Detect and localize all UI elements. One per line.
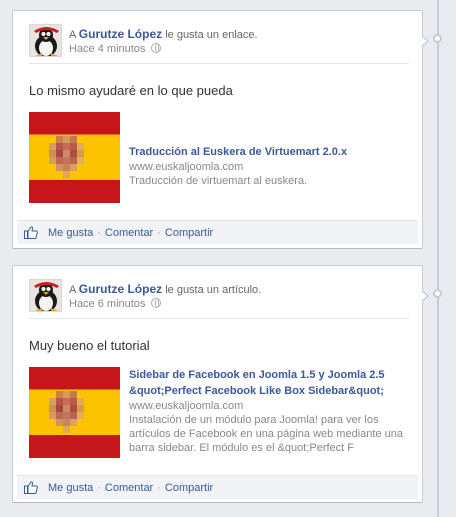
- timeline-dot: [433, 34, 442, 43]
- divider: [29, 63, 409, 64]
- story-headline: A Gurutze López le gusta un enlace.: [69, 27, 258, 41]
- timestamp[interactable]: Hace 4 minutos: [69, 43, 145, 55]
- attachment-title[interactable]: Traducción al Euskera de Virtuemart 2.0.…: [129, 144, 409, 160]
- spain-flag-thumbnail[interactable]: [29, 112, 120, 203]
- pixelated-crest-icon: [49, 136, 84, 178]
- headline-verb: le gusta un artículo.: [165, 284, 262, 296]
- attachment-text: Traducción al Euskera de Virtuemart 2.0.…: [129, 144, 409, 188]
- separator: ·: [97, 482, 101, 494]
- story-header: A Gurutze López le gusta un enlace. Hace…: [29, 24, 409, 58]
- share-button[interactable]: Compartir: [165, 227, 213, 239]
- separator: ·: [157, 482, 161, 494]
- story-card: A Gurutze López le gusta un artículo. Ha…: [12, 265, 429, 503]
- story-header: A Gurutze López le gusta un artículo. Ha…: [29, 279, 409, 313]
- separator: ·: [157, 227, 161, 239]
- story-meta: Hace 6 minutos: [69, 298, 162, 310]
- divider: [29, 318, 409, 319]
- action-bar: Me gusta · Comentar · Compartir: [17, 475, 418, 499]
- avatar[interactable]: [29, 24, 62, 57]
- thumbs-up-icon: [24, 481, 38, 494]
- separator: ·: [97, 227, 101, 239]
- comment-button[interactable]: Comentar: [105, 482, 153, 494]
- link-attachment[interactable]: Traducción al Euskera de Virtuemart 2.0.…: [29, 112, 409, 204]
- timestamp[interactable]: Hace 6 minutos: [69, 298, 145, 310]
- attachment-url: www.euskaljoomla.com: [129, 400, 244, 412]
- story-message: Lo mismo ayudaré en lo que pueda: [29, 83, 233, 98]
- story-message: Muy bueno el tutorial: [29, 338, 150, 353]
- attachment-url: www.euskaljoomla.com: [129, 161, 244, 173]
- attachment-title[interactable]: Sidebar de Facebook en Joomla 1.5 y Joom…: [129, 367, 409, 399]
- attachment-text: Sidebar de Facebook en Joomla 1.5 y Joom…: [129, 367, 409, 455]
- headline-verb: le gusta un enlace.: [165, 29, 258, 41]
- timeline-dot: [433, 289, 442, 298]
- attachment-description: Instalación de un módulo para Joomla! pa…: [129, 414, 403, 454]
- story-card: A Gurutze López le gusta un enlace. Hace…: [12, 10, 429, 249]
- attachment-description: Traducción de virtuemart al euskera.: [129, 175, 308, 187]
- like-button[interactable]: Me gusta: [48, 482, 93, 494]
- headline-prefix: A: [69, 29, 76, 41]
- like-button[interactable]: Me gusta: [48, 227, 93, 239]
- penguin-avatar-icon: [30, 25, 61, 56]
- author-name-link[interactable]: Gurutze López: [79, 282, 162, 296]
- headline-prefix: A: [69, 284, 76, 296]
- story-headline: A Gurutze López le gusta un artículo.: [69, 282, 261, 296]
- penguin-avatar-icon: [30, 280, 61, 311]
- share-button[interactable]: Compartir: [165, 482, 213, 494]
- story-meta: Hace 4 minutos: [69, 43, 162, 55]
- link-attachment[interactable]: Sidebar de Facebook en Joomla 1.5 y Joom…: [29, 367, 409, 459]
- comment-button[interactable]: Comentar: [105, 227, 153, 239]
- globe-icon[interactable]: [151, 43, 162, 53]
- author-name-link[interactable]: Gurutze López: [79, 27, 162, 41]
- avatar[interactable]: [29, 279, 62, 312]
- card-pointer: [421, 290, 429, 302]
- timeline-line: [437, 0, 439, 517]
- pixelated-crest-icon: [49, 391, 84, 433]
- spain-flag-thumbnail[interactable]: [29, 367, 120, 458]
- globe-icon[interactable]: [151, 298, 162, 308]
- action-bar: Me gusta · Comentar · Compartir: [17, 220, 418, 244]
- thumbs-up-icon: [24, 226, 38, 239]
- card-pointer: [421, 35, 429, 47]
